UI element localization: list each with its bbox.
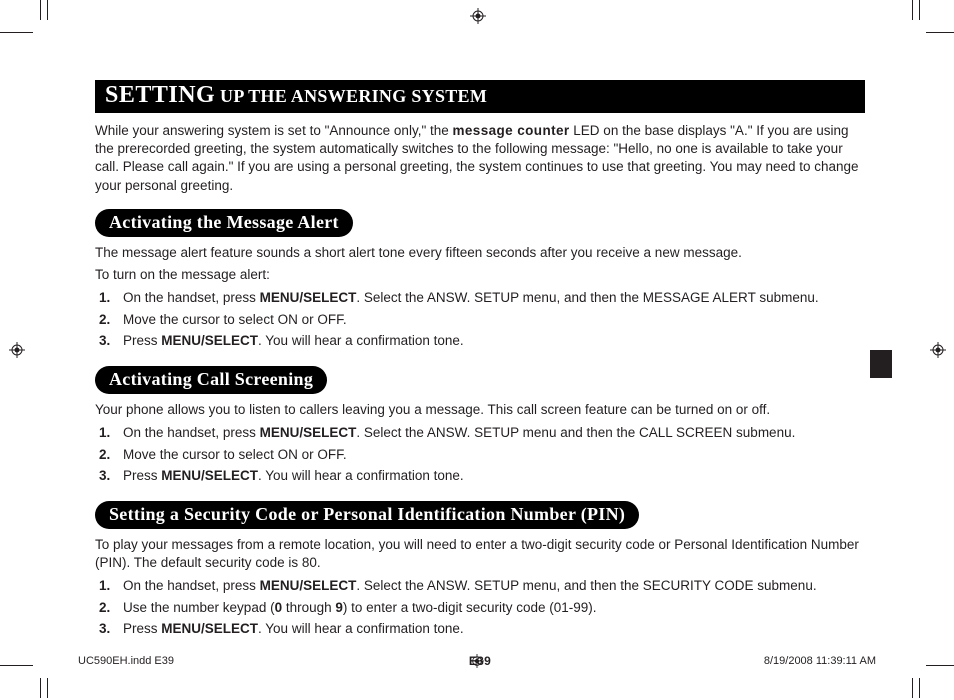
step-bold: MENU/SELECT [260,425,357,440]
step-number: 2. [99,310,110,330]
section: Activating the Message Alert The message … [95,209,865,351]
registration-mark-icon [470,654,484,671]
step-bold: MENU/SELECT [260,578,357,593]
thumb-tab [870,350,892,378]
title-strong: SETTING [105,82,215,108]
step-text: On the handset, press [123,578,260,593]
step-text: Move the cursor to select ON or OFF. [123,447,347,462]
step-item: 2. Move the cursor to select ON or OFF. [99,445,865,465]
intro-text: While your answering system is set to "A… [95,123,453,138]
intro-bold: message counter [453,123,570,138]
step-number: 1. [99,288,110,308]
step-text: Press [123,621,161,636]
step-number: 1. [99,423,110,443]
crop-mark [40,0,41,20]
step-number: 2. [99,445,110,465]
crop-mark [926,665,954,666]
step-bold: 0 [275,600,283,615]
crop-mark [919,0,920,20]
registration-mark-icon [9,342,25,358]
step-number: 3. [99,619,110,639]
section-heading: Activating the Message Alert [95,209,353,237]
step-text: Use the number keypad ( [123,600,275,615]
step-bold: 9 [335,600,343,615]
section: Activating Call Screening Your phone allo… [95,366,865,486]
step-text: . You will hear a confirmation tone. [258,468,464,483]
section-intro-line: To turn on the message alert: [95,266,865,284]
section-heading: Setting a Security Code or Personal Iden… [95,501,639,529]
crop-mark [919,678,920,698]
step-text: ) to enter a two-digit security code (01… [343,600,597,615]
step-text: . You will hear a confirmation tone. [258,333,464,348]
section-heading: Activating Call Screening [95,366,327,394]
crop-mark [912,678,913,698]
step-text: Move the cursor to select ON or OFF. [123,312,347,327]
footer-datetime: 8/19/2008 11:39:11 AM [764,655,876,667]
crop-mark [0,665,33,666]
crop-mark [926,32,954,33]
section: Setting a Security Code or Personal Iden… [95,501,865,639]
step-item: 1. On the handset, press MENU/SELECT. Sel… [99,423,865,443]
title-rest: UP THE ANSWERING SYSTEM [215,86,487,106]
step-bold: MENU/SELECT [161,333,258,348]
page-title: SETTING UP THE ANSWERING SYSTEM [95,80,865,113]
step-text: . Select the ANSW. SETUP menu, and then … [356,290,818,305]
crop-mark [40,678,41,698]
section-intro-line: Your phone allows you to listen to calle… [95,401,865,419]
step-bold: MENU/SELECT [161,621,258,636]
step-item: 2. Move the cursor to select ON or OFF. [99,310,865,330]
step-text: . You will hear a confirmation tone. [258,621,464,636]
step-text: Press [123,468,161,483]
step-item: 3. Press MENU/SELECT. You will hear a con… [99,619,865,639]
crop-mark [912,0,913,20]
step-text: . Select the ANSW. SETUP menu and then t… [356,425,795,440]
section-intro-line: To play your messages from a remote loca… [95,536,865,572]
crop-mark [0,32,33,33]
registration-mark-icon [930,342,946,358]
registration-mark-icon [470,8,486,24]
step-bold: MENU/SELECT [260,290,357,305]
step-list: 1.On the handset, press MENU/SELECT. Sel… [99,288,865,351]
crop-mark [47,678,48,698]
step-list: 1.On the handset, press MENU/SELECT. Sel… [99,423,865,486]
step-text: Press [123,333,161,348]
step-item: 1. On the handset, press MENU/SELECT. Sel… [99,288,865,308]
section-intro-line: The message alert feature sounds a short… [95,244,865,262]
step-number: 2. [99,598,110,618]
step-item: 3. Press MENU/SELECT. You will hear a con… [99,466,865,486]
step-number: 3. [99,466,110,486]
step-number: 3. [99,331,110,351]
step-text: On the handset, press [123,290,260,305]
footer: UC590EH.indd E39 8/19/2008 11:39:11 AM [78,655,876,667]
step-bold: MENU/SELECT [161,468,258,483]
step-item: 2. Use the number keypad (0 through 9) to… [99,598,865,618]
step-number: 1. [99,576,110,596]
intro-paragraph: While your answering system is set to "A… [95,122,865,195]
step-text: through [282,600,335,615]
step-text: On the handset, press [123,425,260,440]
step-text: . Select the ANSW. SETUP menu, and then … [356,578,816,593]
page-content: SETTING UP THE ANSWERING SYSTEM While yo… [95,80,865,668]
step-list: 1.On the handset, press MENU/SELECT. Sel… [99,576,865,639]
footer-file: UC590EH.indd E39 [78,655,174,667]
step-item: 1. On the handset, press MENU/SELECT. Sel… [99,576,865,596]
crop-mark [47,0,48,20]
step-item: 3. Press MENU/SELECT. You will hear a con… [99,331,865,351]
